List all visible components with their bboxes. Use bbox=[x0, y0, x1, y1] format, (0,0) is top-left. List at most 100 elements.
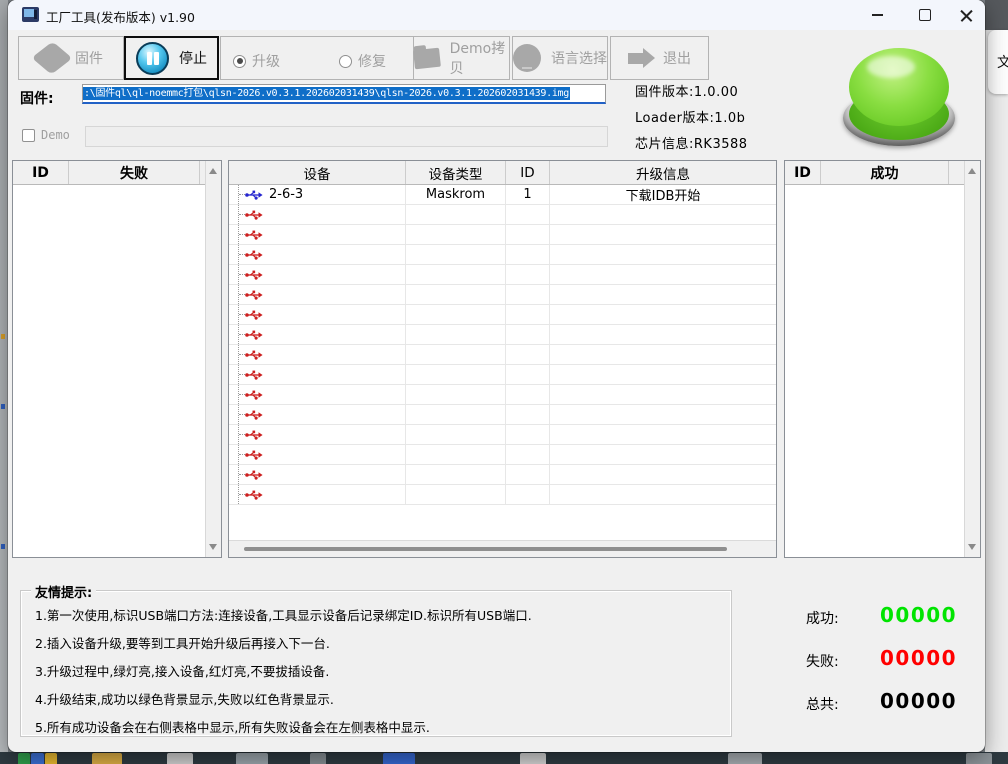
upgrade-info bbox=[550, 405, 776, 424]
upgrade-radio[interactable]: 升级 bbox=[233, 51, 280, 71]
scroll-down-icon[interactable] bbox=[968, 544, 976, 550]
device-row[interactable] bbox=[229, 425, 776, 445]
device-row[interactable] bbox=[229, 305, 776, 325]
language-select-button[interactable]: 语言选择 bbox=[512, 36, 608, 80]
device-table-header-info[interactable]: 升级信息 bbox=[550, 161, 776, 184]
device-table-header-device[interactable]: 设备 bbox=[229, 161, 406, 184]
maximize-icon bbox=[919, 9, 931, 21]
device-row[interactable] bbox=[229, 385, 776, 405]
device-row[interactable] bbox=[229, 285, 776, 305]
scroll-up-icon[interactable] bbox=[209, 168, 217, 174]
device-type bbox=[406, 465, 506, 484]
upgrade-info bbox=[550, 245, 776, 264]
device-table: 设备 设备类型 ID 升级信息 2-6-3 Maskrom bbox=[228, 160, 777, 558]
device-row[interactable] bbox=[229, 485, 776, 505]
success-table-header-success[interactable]: 成功 bbox=[821, 161, 949, 184]
total-count-label: 总共: bbox=[806, 694, 839, 714]
desktop-icon-fragment bbox=[1, 404, 5, 409]
scroll-up-icon[interactable] bbox=[968, 168, 976, 174]
usb-device-icon bbox=[245, 290, 263, 300]
firmware-path-input[interactable]: :\固件ql\ql-noemmc打包\qlsn-2026.v0.3.1.2026… bbox=[82, 84, 606, 104]
taskbar-icon-fragment[interactable] bbox=[31, 753, 44, 764]
device-table-header-type[interactable]: 设备类型 bbox=[406, 161, 506, 184]
usb-device-icon bbox=[245, 250, 263, 260]
usb-device-icon bbox=[245, 450, 263, 460]
tree-connector bbox=[238, 385, 239, 404]
device-row[interactable] bbox=[229, 225, 776, 245]
taskbar-icon-fragment[interactable] bbox=[92, 753, 122, 764]
device-id bbox=[506, 465, 550, 484]
fail-table-header-fail[interactable]: 失败 bbox=[69, 161, 200, 184]
demo-path-input[interactable] bbox=[85, 126, 608, 147]
desktop-icon-fragment bbox=[1, 334, 5, 339]
taskbar-icon-fragment[interactable] bbox=[18, 753, 30, 764]
device-type bbox=[406, 265, 506, 284]
app-icon bbox=[22, 7, 39, 22]
device-type bbox=[406, 245, 506, 264]
device-row[interactable] bbox=[229, 345, 776, 365]
device-type bbox=[406, 225, 506, 244]
firmware-button-label: 固件 bbox=[75, 48, 103, 68]
fail-table-scrollbar[interactable] bbox=[205, 161, 221, 557]
device-row[interactable] bbox=[229, 245, 776, 265]
firmware-button[interactable]: 固件 bbox=[18, 36, 124, 80]
tree-connector bbox=[238, 265, 239, 284]
tree-connector bbox=[238, 185, 239, 204]
device-row[interactable] bbox=[229, 405, 776, 425]
window-title: 工厂工具(发布版本) v1.90 bbox=[46, 7, 195, 26]
stop-button-label: 停止 bbox=[179, 48, 207, 68]
fail-table-header-id[interactable]: ID bbox=[13, 161, 69, 184]
demo-copy-button[interactable]: Demo拷贝 bbox=[413, 36, 510, 80]
device-id bbox=[506, 285, 550, 304]
taskbar-icon-fragment[interactable] bbox=[45, 753, 57, 764]
exit-button[interactable]: 退出 bbox=[610, 36, 709, 80]
device-type bbox=[406, 325, 506, 344]
device-table-header-id[interactable]: ID bbox=[506, 161, 550, 184]
device-id bbox=[506, 205, 550, 224]
fail-count-label: 失败: bbox=[806, 651, 839, 671]
usb-device-icon bbox=[245, 230, 263, 240]
maximize-button[interactable] bbox=[902, 0, 948, 30]
pause-icon bbox=[136, 42, 169, 75]
taskbar-icon-fragment[interactable] bbox=[236, 753, 268, 764]
taskbar[interactable] bbox=[0, 752, 1008, 764]
minimize-button[interactable] bbox=[854, 0, 900, 30]
tree-connector bbox=[238, 365, 239, 384]
device-row[interactable] bbox=[229, 465, 776, 485]
device-row[interactable] bbox=[229, 265, 776, 285]
device-row[interactable]: 2-6-3 Maskrom 1 下载IDB开始 bbox=[229, 185, 776, 205]
repair-radio[interactable]: 修复 bbox=[339, 51, 386, 71]
taskbar-icon-fragment[interactable] bbox=[310, 753, 326, 764]
device-row[interactable] bbox=[229, 205, 776, 225]
taskbar-icon-fragment[interactable] bbox=[966, 753, 992, 764]
taskbar-icon-fragment[interactable] bbox=[383, 753, 415, 764]
radio-dot bbox=[237, 58, 243, 64]
tree-connector bbox=[238, 465, 239, 484]
upgrade-info bbox=[550, 205, 776, 224]
device-id bbox=[506, 365, 550, 384]
demo-checkbox[interactable] bbox=[22, 129, 35, 142]
device-row[interactable] bbox=[229, 365, 776, 385]
device-table-hscrollbar[interactable] bbox=[229, 540, 776, 557]
taskbar-icon-fragment[interactable] bbox=[520, 753, 546, 764]
close-button[interactable] bbox=[948, 0, 985, 30]
usb-device-icon bbox=[245, 330, 263, 340]
hscroll-thumb[interactable] bbox=[244, 547, 727, 551]
device-type bbox=[406, 445, 506, 464]
taskbar-icon-fragment[interactable] bbox=[728, 753, 762, 764]
device-id bbox=[506, 265, 550, 284]
device-type bbox=[406, 385, 506, 404]
status-light-glint bbox=[867, 56, 915, 78]
upgrade-info bbox=[550, 445, 776, 464]
success-table-header-id[interactable]: ID bbox=[785, 161, 821, 184]
success-count-label: 成功: bbox=[806, 608, 839, 628]
usb-device-icon bbox=[245, 210, 263, 220]
tips-groupbox: 友情提示: 1.第一次使用,标识USB端口方法:连接设备,工具显示设备后记录绑定… bbox=[20, 590, 732, 737]
stop-button[interactable]: 停止 bbox=[124, 36, 219, 80]
device-row[interactable] bbox=[229, 325, 776, 345]
success-table-scrollbar[interactable] bbox=[964, 161, 980, 557]
device-name: 2-6-3 bbox=[269, 187, 303, 202]
scroll-down-icon[interactable] bbox=[209, 544, 217, 550]
device-row[interactable] bbox=[229, 445, 776, 465]
taskbar-icon-fragment[interactable] bbox=[167, 753, 193, 764]
